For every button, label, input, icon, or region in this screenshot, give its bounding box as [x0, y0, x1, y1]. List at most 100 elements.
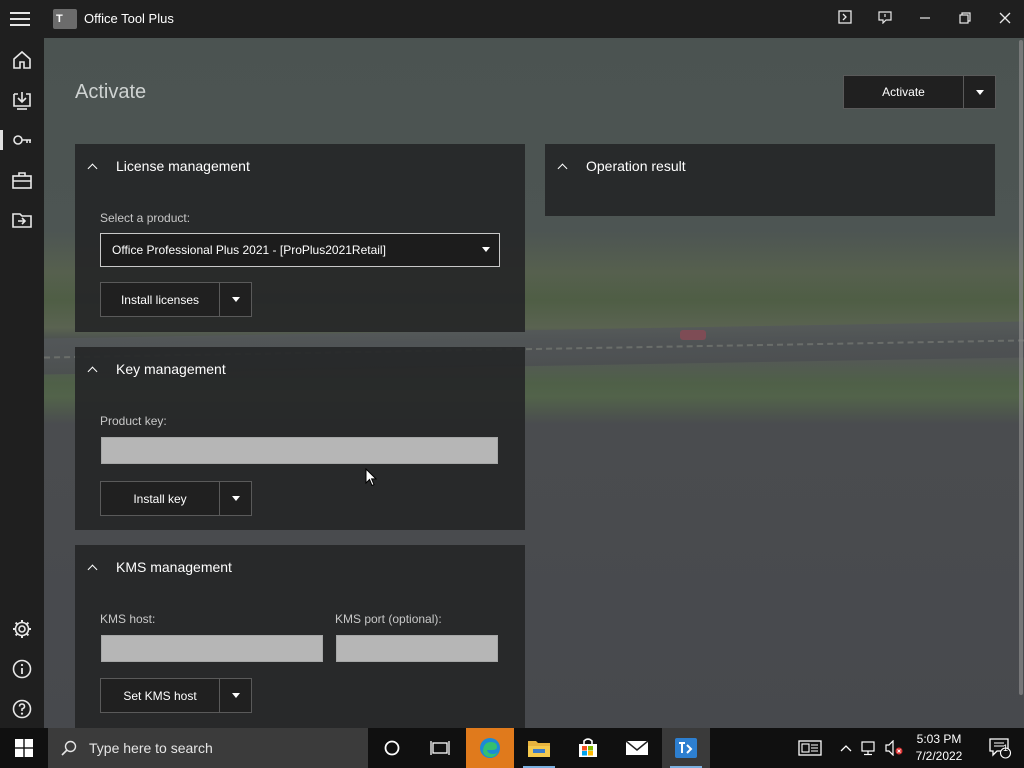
windows-logo-icon — [15, 739, 33, 757]
chevron-down-icon — [482, 247, 490, 252]
kms-host-label: KMS host: — [100, 612, 156, 626]
key-management-panel: Key management Product key: Install key — [75, 347, 525, 530]
operation-result-panel: Operation result — [545, 144, 995, 216]
cortana-button[interactable] — [368, 728, 416, 768]
background-car — [680, 330, 706, 340]
folder-import-icon — [12, 213, 32, 228]
license-management-panel: License management Select a product: Off… — [75, 144, 525, 332]
mail-taskbar-button[interactable] — [613, 728, 661, 768]
sidebar-item-about[interactable] — [0, 649, 44, 689]
install-licenses-button[interactable]: Install licenses — [101, 283, 220, 316]
taskbar-search-box[interactable]: Type here to search — [48, 728, 368, 768]
notification-count: 1 — [1003, 743, 1009, 753]
set-kms-host-split-button: Set KMS host — [100, 678, 252, 713]
volume-button[interactable] — [882, 728, 906, 768]
network-button[interactable] — [858, 728, 882, 768]
show-hidden-icons-button[interactable] — [834, 728, 858, 768]
kms-port-input[interactable] — [336, 635, 498, 662]
sidebar-item-help[interactable] — [0, 689, 44, 729]
mouse-cursor-icon — [365, 468, 377, 487]
edge-icon — [480, 738, 500, 758]
chevron-down-icon — [231, 297, 240, 302]
hamburger-menu-icon[interactable] — [10, 9, 32, 29]
key-icon — [13, 135, 31, 145]
minimize-icon[interactable] — [910, 4, 940, 34]
console-icon[interactable] — [830, 4, 860, 34]
set-kms-host-dropdown-button[interactable] — [220, 679, 251, 712]
sidebar-item-toolbox[interactable] — [0, 160, 44, 200]
chevron-down-icon — [975, 89, 984, 95]
kms-management-panel: KMS management KMS host: KMS port (optio… — [75, 545, 525, 728]
operation-result-header[interactable]: Operation result — [545, 144, 995, 188]
license-management-title: License management — [116, 158, 250, 174]
search-icon — [61, 740, 77, 756]
key-management-header[interactable]: Key management — [75, 347, 525, 391]
license-management-header[interactable]: License management — [75, 144, 525, 188]
install-key-dropdown-button[interactable] — [220, 482, 251, 515]
clock-date: 7/2/2022 — [915, 749, 963, 763]
file-explorer-taskbar-button[interactable] — [515, 728, 563, 768]
product-select-value: Office Professional Plus 2021 - [ProPlus… — [112, 243, 386, 257]
sidebar-item-home[interactable] — [0, 40, 44, 80]
chevron-down-icon — [231, 496, 240, 501]
set-kms-host-button[interactable]: Set KMS host — [101, 679, 220, 712]
key-management-title: Key management — [116, 361, 226, 377]
info-icon — [12, 659, 32, 679]
install-licenses-split-button: Install licenses — [100, 282, 252, 317]
volume-muted-icon — [885, 740, 903, 756]
activate-dropdown-button[interactable] — [964, 76, 995, 108]
folder-icon — [528, 741, 550, 757]
task-view-icon — [430, 741, 450, 755]
kms-management-title: KMS management — [116, 559, 232, 575]
task-view-button[interactable] — [416, 728, 464, 768]
cortana-circle-icon — [384, 740, 400, 756]
app-title: Office Tool Plus — [84, 11, 174, 26]
feedback-icon[interactable] — [870, 4, 900, 34]
active-indicator — [0, 130, 3, 150]
kms-management-header[interactable]: KMS management — [75, 545, 525, 589]
gear-icon — [13, 620, 31, 638]
office-tool-plus-icon — [675, 738, 697, 758]
office-tool-plus-taskbar-button[interactable] — [662, 728, 710, 768]
sidebar-item-deploy[interactable] — [0, 80, 44, 120]
product-key-input[interactable] — [101, 437, 498, 464]
news-icon — [798, 740, 822, 756]
sidebar — [0, 38, 44, 728]
page-title: Activate — [75, 81, 147, 103]
chevron-up-icon — [87, 564, 98, 574]
kms-host-input[interactable] — [101, 635, 323, 662]
chevron-up-icon — [840, 745, 852, 752]
activate-button[interactable]: Activate — [844, 76, 964, 108]
home-icon — [13, 50, 31, 69]
sidebar-item-documents[interactable] — [0, 200, 44, 240]
close-icon[interactable] — [990, 4, 1020, 34]
sidebar-item-settings[interactable] — [0, 609, 44, 649]
chevron-up-icon — [87, 366, 98, 376]
product-key-label: Product key: — [100, 414, 167, 428]
network-icon — [861, 741, 875, 756]
download-icon — [13, 92, 31, 110]
news-button[interactable] — [786, 728, 834, 768]
store-icon — [579, 738, 597, 757]
taskbar-clock[interactable]: 5:03 PM 7/2/2022 — [906, 731, 972, 765]
product-select[interactable]: Office Professional Plus 2021 - [ProPlus… — [100, 233, 500, 267]
activate-split-button: Activate — [843, 75, 996, 109]
title-bar: T Office Tool Plus — [0, 0, 1024, 38]
sidebar-item-activate[interactable] — [0, 120, 44, 160]
taskbar-search-placeholder: Type here to search — [89, 740, 213, 756]
kms-port-label: KMS port (optional): — [335, 612, 442, 626]
vertical-scrollbar[interactable] — [1019, 40, 1023, 695]
action-center-button[interactable]: 1 — [976, 728, 1024, 768]
restore-icon[interactable] — [950, 4, 980, 34]
install-licenses-dropdown-button[interactable] — [220, 283, 251, 316]
install-key-split-button: Install key — [100, 481, 252, 516]
chevron-down-icon — [231, 693, 240, 698]
app-logo-icon: T — [53, 9, 77, 29]
store-taskbar-button[interactable] — [564, 728, 612, 768]
install-key-button[interactable]: Install key — [101, 482, 220, 515]
start-button[interactable] — [0, 728, 48, 768]
chevron-up-icon — [557, 163, 568, 173]
mail-icon — [625, 740, 649, 755]
edge-taskbar-button[interactable] — [466, 728, 514, 768]
chevron-up-icon — [87, 163, 98, 173]
